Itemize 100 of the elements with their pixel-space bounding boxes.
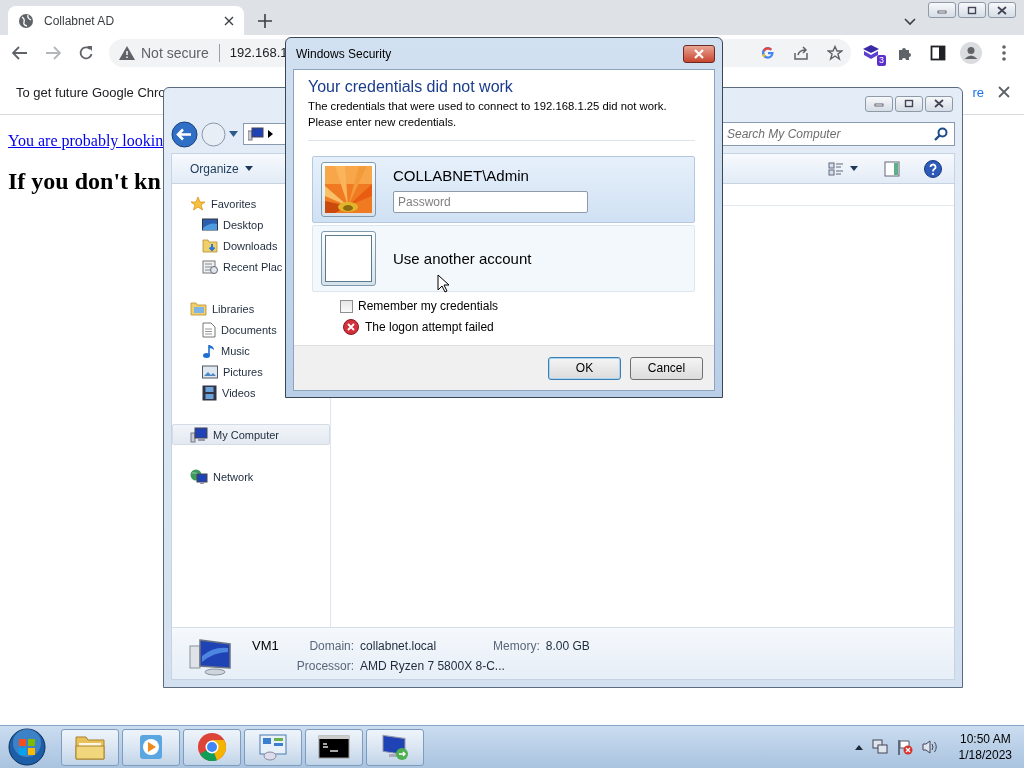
square-icon [903,99,915,108]
browser-tab[interactable]: Collabnet AD [8,6,244,35]
menu-icon [1002,44,1006,61]
dialog-button[interactable]: Cancel [630,356,703,380]
forward-arrow-icon [45,45,61,60]
close-icon [693,48,705,59]
nav-item[interactable]: Network [172,466,330,487]
dialog-title: Windows Security [296,46,392,61]
detail-value: 8.00 GB [545,639,590,653]
windows-orb-icon [8,728,46,766]
error-message: The logon attempt failed [365,320,494,334]
folder-icon [75,734,105,760]
chevron-down-icon[interactable] [904,18,916,26]
dialog-message: The credentials that were used to connect to 192.168.1.25 did not work. Please enter new credentials. [308,99,668,130]
dialog-heading: Your credentials did not work [308,78,514,96]
circle-icon [201,121,226,147]
globe-icon [18,12,34,29]
document-icon [202,321,216,338]
computer-icon [188,636,234,676]
g-logo-icon[interactable] [761,45,775,60]
desktop-icon [202,217,218,232]
star-icon[interactable] [827,44,843,61]
folder-icon [202,238,218,253]
cursor-icon [437,274,449,293]
caret-down-icon[interactable] [229,131,238,137]
close-icon [933,99,945,108]
help-icon [924,159,942,178]
share-icon[interactable] [793,44,809,61]
password-field[interactable]: Password [393,190,588,213]
infobar-link[interactable]: re [972,84,984,100]
clock-time: 10:50 AM [959,731,1011,747]
close-button[interactable] [683,44,715,63]
taskbar-button[interactable] [305,728,363,766]
picture-frame-icon [202,364,218,379]
back-button[interactable] [171,120,198,148]
taskbar-button[interactable] [366,728,424,766]
library-icon [190,301,207,316]
nav-item[interactable]: Libraries [172,298,330,319]
caret-down-icon [850,166,858,171]
computer-name: VM1 [252,638,279,653]
dialog-button[interactable]: OK [548,356,621,380]
page-link[interactable]: You are probably lookin [8,132,164,150]
computer-icon [248,127,264,141]
nav-item[interactable]: Pictures [172,361,330,382]
detail-label: Processor: [296,659,355,673]
clock-document-icon [202,258,218,275]
reload-icon [78,44,94,61]
speaker-icon[interactable] [921,740,938,754]
close-button[interactable] [925,95,953,112]
flag-icon[interactable] [896,739,913,755]
square-icon [966,5,978,15]
chevron-right-icon[interactable] [268,130,273,138]
detail-label: Memory: [493,639,540,653]
stack-icon [863,44,881,61]
account-tile[interactable]: COLLABNET\Admin Password [312,156,695,223]
nav-item[interactable]: Music [172,340,330,361]
detail-value: collabnet.local [360,639,438,653]
preview-pane-icon [884,160,900,177]
search-icon[interactable] [934,127,948,141]
music-note-icon [202,342,216,359]
clock[interactable]: 10:50 AM 1/18/2023 [958,731,1012,763]
checkbox[interactable] [340,299,353,313]
terminal-icon [318,735,350,759]
account-name: Use another account [393,250,532,267]
toolbar-button[interactable]: Organize [184,156,259,181]
error-icon [343,319,359,335]
detail-label: Domain: [308,639,355,653]
profile-button[interactable] [959,40,983,65]
detail-value: AMD Ryzen 7 5800X 8-C... [360,659,506,673]
computer-icon [190,426,208,443]
caret-up-icon[interactable] [854,744,863,750]
view-list-icon [828,160,844,177]
nav-item[interactable]: My Computer [172,424,330,445]
control-panel-icon [258,733,288,761]
account-name: COLLABNET\Admin [393,166,530,184]
network-icon [190,468,208,485]
restore-button[interactable] [958,2,986,18]
extension-badge: 3 [877,54,886,66]
url-text: 192.168.1 [229,45,288,60]
star-icon [190,195,206,212]
extension-button[interactable]: 3 [860,40,884,65]
back-arrow-icon [12,45,28,60]
browser-icon [197,732,227,762]
account-picture-frame [321,231,376,286]
nav-item[interactable]: Documents [172,319,330,340]
page-heading: If you don't kn [8,168,161,195]
close-icon[interactable] [224,15,234,26]
checkbox-label[interactable]: Remember my credentials [358,299,499,313]
close-icon [996,5,1008,15]
plus-icon[interactable] [258,14,272,28]
play-icon [139,734,163,760]
clock-date: 1/18/2023 [958,747,1012,763]
film-strip-icon [202,384,217,401]
account-tile[interactable]: Use another account [312,225,695,292]
network-icon[interactable] [871,739,888,755]
close-button[interactable] [988,2,1016,18]
maximize-button[interactable] [895,95,923,112]
warning-icon [119,45,135,60]
remote-desktop-icon [380,732,410,762]
close-icon[interactable] [998,86,1010,98]
